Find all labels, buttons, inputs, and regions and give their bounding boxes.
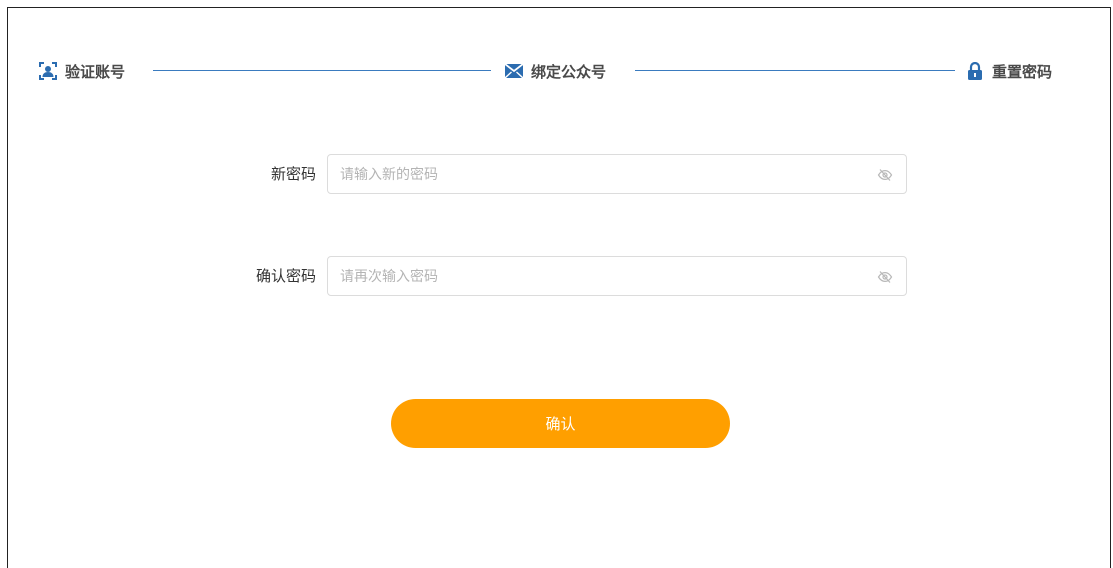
new-password-field	[327, 154, 907, 195]
new-password-label: 新密码	[270, 165, 316, 183]
eye-hidden-icon[interactable]	[877, 167, 893, 183]
step-label: 重置密码	[992, 62, 1053, 81]
new-password-row: 新密码	[8, 154, 1110, 195]
new-password-input[interactable]	[338, 155, 862, 195]
lock-icon	[966, 62, 984, 80]
step-label: 验证账号	[65, 62, 126, 81]
user-scan-icon	[39, 62, 57, 80]
envelope-icon	[505, 62, 523, 80]
progress-steps: 验证账号 绑定公众号 重置密码	[8, 8, 1110, 138]
step-bind-account: 绑定公众号	[505, 60, 606, 82]
reset-password-panel: 验证账号 绑定公众号 重置密码 新密码 确认密码 确认	[7, 7, 1111, 568]
confirm-password-input[interactable]	[338, 257, 862, 297]
step-connector	[635, 70, 955, 71]
confirm-password-field	[327, 256, 907, 297]
step-verify-account: 验证账号	[39, 60, 125, 82]
eye-hidden-icon[interactable]	[877, 269, 893, 285]
confirm-button[interactable]: 确认	[391, 399, 730, 448]
step-connector	[153, 70, 491, 71]
step-label: 绑定公众号	[531, 62, 607, 81]
confirm-password-label: 确认密码	[255, 267, 316, 285]
step-reset-password: 重置密码	[966, 60, 1052, 82]
confirm-password-row: 确认密码	[8, 256, 1110, 297]
